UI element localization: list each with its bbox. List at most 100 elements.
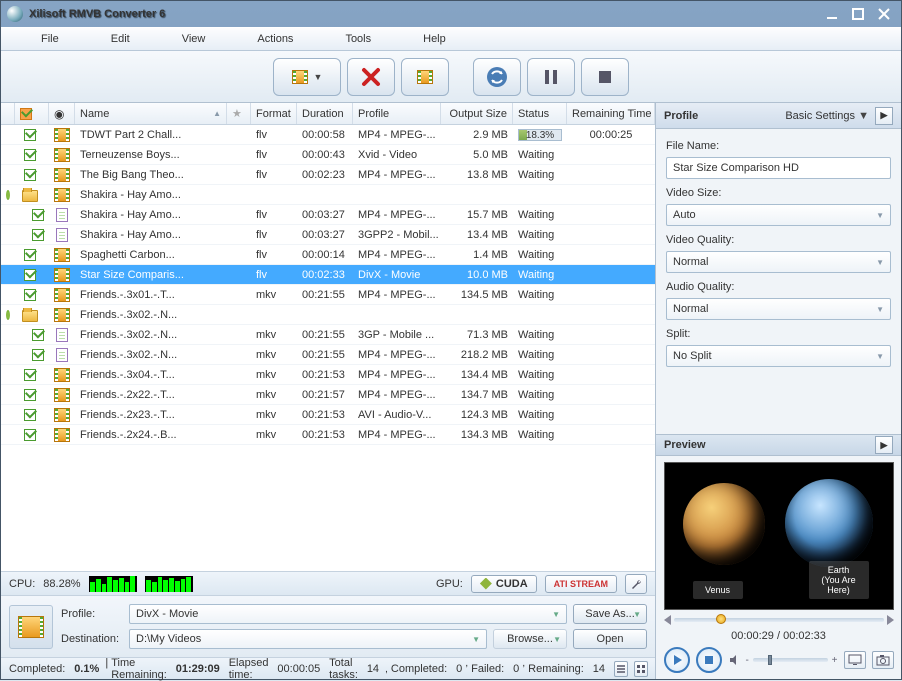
- row-checkbox[interactable]: [32, 229, 44, 241]
- table-row[interactable]: Shakira - Hay Amo...flv00:03:27MP4 - MPE…: [1, 205, 655, 225]
- save-as-button[interactable]: Save As...: [573, 604, 647, 624]
- row-name: Shakira - Hay Amo...: [75, 209, 227, 221]
- list-view-button[interactable]: [614, 661, 628, 677]
- expander-icon[interactable]: [6, 310, 10, 320]
- destination-combo[interactable]: D:\My Videos: [129, 629, 487, 649]
- table-row[interactable]: Spaghetti Carbon...flv00:00:14MP4 - MPEG…: [1, 245, 655, 265]
- filename-input[interactable]: Star Size Comparison HD: [666, 157, 891, 179]
- row-duration: 00:00:43: [297, 149, 353, 161]
- menu-help[interactable]: Help: [397, 30, 472, 48]
- titlebar[interactable]: Xilisoft RMVB Converter 6: [1, 1, 901, 27]
- col-check[interactable]: [15, 103, 49, 124]
- close-button[interactable]: [873, 6, 895, 22]
- add-file-button[interactable]: ▼: [273, 58, 341, 96]
- row-output: 134.7 MB: [441, 389, 513, 401]
- settings-select[interactable]: Basic Settings ▼: [785, 110, 869, 122]
- row-profile: MP4 - MPEG-...: [353, 349, 441, 361]
- table-row[interactable]: Friends.-.2x23.-.T...mkv00:21:53AVI - Au…: [1, 405, 655, 425]
- grid-view-button[interactable]: [634, 661, 648, 677]
- col-profile[interactable]: Profile: [353, 103, 441, 124]
- col-expand[interactable]: [1, 103, 15, 124]
- row-checkbox[interactable]: [32, 209, 44, 221]
- col-type[interactable]: ◉: [49, 103, 75, 124]
- table-row[interactable]: Friends.-.2x24.-.B...mkv00:21:53MP4 - MP…: [1, 425, 655, 445]
- audioquality-combo[interactable]: Normal: [666, 298, 891, 320]
- table-row[interactable]: Star Size Comparis...flv00:02:33DivX - M…: [1, 265, 655, 285]
- row-checkbox[interactable]: [24, 429, 36, 441]
- open-button[interactable]: Open: [573, 629, 647, 649]
- row-name: Friends.-.3x02.-.N...: [75, 329, 227, 341]
- table-row[interactable]: Shakira - Hay Amo...: [1, 185, 655, 205]
- table-row[interactable]: Friends.-.3x04.-.T...mkv00:21:53MP4 - MP…: [1, 365, 655, 385]
- col-star[interactable]: ★: [227, 103, 251, 124]
- col-format[interactable]: Format: [251, 103, 297, 124]
- row-checkbox[interactable]: [24, 149, 36, 161]
- browse-button[interactable]: Browse...: [493, 629, 567, 649]
- col-name[interactable]: Name▲: [75, 103, 227, 124]
- mark-in-button[interactable]: [664, 615, 671, 625]
- menu-actions[interactable]: Actions: [231, 30, 319, 48]
- row-checkbox[interactable]: [32, 349, 44, 361]
- table-row[interactable]: Terneuzense Boys...flv00:00:43Xvid - Vid…: [1, 145, 655, 165]
- pause-button[interactable]: [527, 58, 575, 96]
- settings-button[interactable]: [625, 574, 647, 594]
- stop-preview-button[interactable]: [696, 647, 722, 673]
- menu-file[interactable]: File: [15, 30, 85, 48]
- row-profile: AVI - Audio-V...: [353, 409, 441, 421]
- row-name: Terneuzense Boys...: [75, 149, 227, 161]
- profile-expand-button[interactable]: ▶: [875, 107, 893, 125]
- table-row[interactable]: The Big Bang Theo...flv00:02:23MP4 - MPE…: [1, 165, 655, 185]
- table-row[interactable]: Friends.-.3x01.-.T...mkv00:21:55MP4 - MP…: [1, 285, 655, 305]
- volume-handle[interactable]: [768, 655, 772, 665]
- table-row[interactable]: Shakira - Hay Amo...flv00:03:273GPP2 - M…: [1, 225, 655, 245]
- col-remaining[interactable]: Remaining Time: [567, 103, 655, 124]
- row-checkbox[interactable]: [24, 289, 36, 301]
- grid-icon: [635, 663, 647, 675]
- time-handle[interactable]: [716, 614, 726, 624]
- preview-expand-button[interactable]: ▶: [875, 436, 893, 454]
- row-checkbox[interactable]: [24, 249, 36, 261]
- minimize-button[interactable]: [821, 6, 843, 22]
- expander-icon[interactable]: [6, 190, 10, 200]
- table-row[interactable]: Friends.-.3x02.-.N...mkv00:21:55MP4 - MP…: [1, 345, 655, 365]
- mark-out-button[interactable]: [887, 615, 894, 625]
- snapshot-button[interactable]: [872, 651, 894, 669]
- table-row[interactable]: Friends.-.3x02.-.N...: [1, 305, 655, 325]
- split-combo[interactable]: No Split: [666, 345, 891, 367]
- stop-button[interactable]: [581, 58, 629, 96]
- row-status: Waiting: [513, 169, 567, 181]
- preview-video[interactable]: Venus Earth (You Are Here): [664, 462, 894, 610]
- volume-track[interactable]: [753, 658, 828, 662]
- convert-button[interactable]: [473, 58, 521, 96]
- menu-tools[interactable]: Tools: [319, 30, 397, 48]
- row-checkbox[interactable]: [24, 409, 36, 421]
- maximize-button[interactable]: [847, 6, 869, 22]
- row-checkbox[interactable]: [24, 169, 36, 181]
- delete-button[interactable]: [347, 58, 395, 96]
- videoquality-combo[interactable]: Normal: [666, 251, 891, 273]
- row-status: Waiting: [513, 149, 567, 161]
- row-checkbox[interactable]: [24, 269, 36, 281]
- time-track[interactable]: [674, 618, 884, 622]
- profile-combo[interactable]: DivX - Movie: [129, 604, 567, 624]
- row-checkbox[interactable]: [24, 369, 36, 381]
- col-status[interactable]: Status: [513, 103, 567, 124]
- col-output[interactable]: Output Size: [441, 103, 513, 124]
- videosize-combo[interactable]: Auto: [666, 204, 891, 226]
- menu-edit[interactable]: Edit: [85, 30, 156, 48]
- snapshot-folder-button[interactable]: [844, 651, 866, 669]
- planet-earth: [785, 479, 873, 567]
- row-checkbox[interactable]: [24, 389, 36, 401]
- col-duration[interactable]: Duration: [297, 103, 353, 124]
- table-row[interactable]: Friends.-.2x22.-.T...mkv00:21:57MP4 - MP…: [1, 385, 655, 405]
- menu-view[interactable]: View: [156, 30, 232, 48]
- play-button[interactable]: [664, 647, 690, 673]
- check-all-icon[interactable]: [20, 108, 32, 120]
- row-checkbox[interactable]: [24, 129, 36, 141]
- table-row[interactable]: TDWT Part 2 Chall...flv00:00:58MP4 - MPE…: [1, 125, 655, 145]
- table-body[interactable]: TDWT Part 2 Chall...flv00:00:58MP4 - MPE…: [1, 125, 655, 571]
- table-row[interactable]: Friends.-.3x02.-.N...mkv00:21:553GP - Mo…: [1, 325, 655, 345]
- add-profile-button[interactable]: [401, 58, 449, 96]
- row-checkbox[interactable]: [32, 329, 44, 341]
- row-duration: 00:21:53: [297, 429, 353, 441]
